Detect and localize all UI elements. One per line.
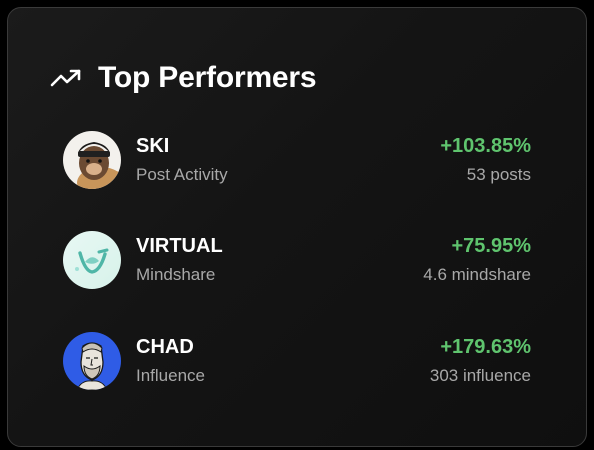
trending-up-icon	[50, 69, 81, 87]
card-title: Top Performers	[98, 61, 317, 94]
performer-metric: Mindshare	[136, 265, 216, 284]
performer-count: 303 influence	[429, 366, 531, 385]
performer-metric: Post Activity	[136, 165, 228, 184]
performer-count: 4.6 mindshare	[423, 265, 531, 284]
virtual-avatar	[63, 231, 121, 289]
performer-row-ski[interactable]: SKI Post Activity +103.85% 53 posts	[63, 131, 531, 195]
ski-avatar	[63, 131, 121, 189]
performer-name: CHAD	[136, 336, 194, 358]
performer-row-virtual[interactable]: VIRTUAL Mindshare +75.95% 4.6 mindshare	[63, 231, 531, 295]
performer-name: VIRTUAL	[136, 235, 223, 257]
top-performers-card: Top Performers SKI Post Activity +103.85…	[7, 7, 587, 447]
chad-avatar	[63, 332, 121, 390]
card-header: Top Performers	[50, 60, 317, 96]
performer-change: +179.63%	[440, 336, 531, 358]
performer-count: 53 posts	[466, 165, 531, 184]
performer-name: SKI	[136, 135, 170, 157]
performer-change: +103.85%	[440, 135, 531, 157]
performer-row-chad[interactable]: CHAD Influence +179.63% 303 influence	[63, 332, 531, 396]
performer-change: +75.95%	[451, 235, 531, 257]
performer-metric: Influence	[136, 366, 205, 385]
